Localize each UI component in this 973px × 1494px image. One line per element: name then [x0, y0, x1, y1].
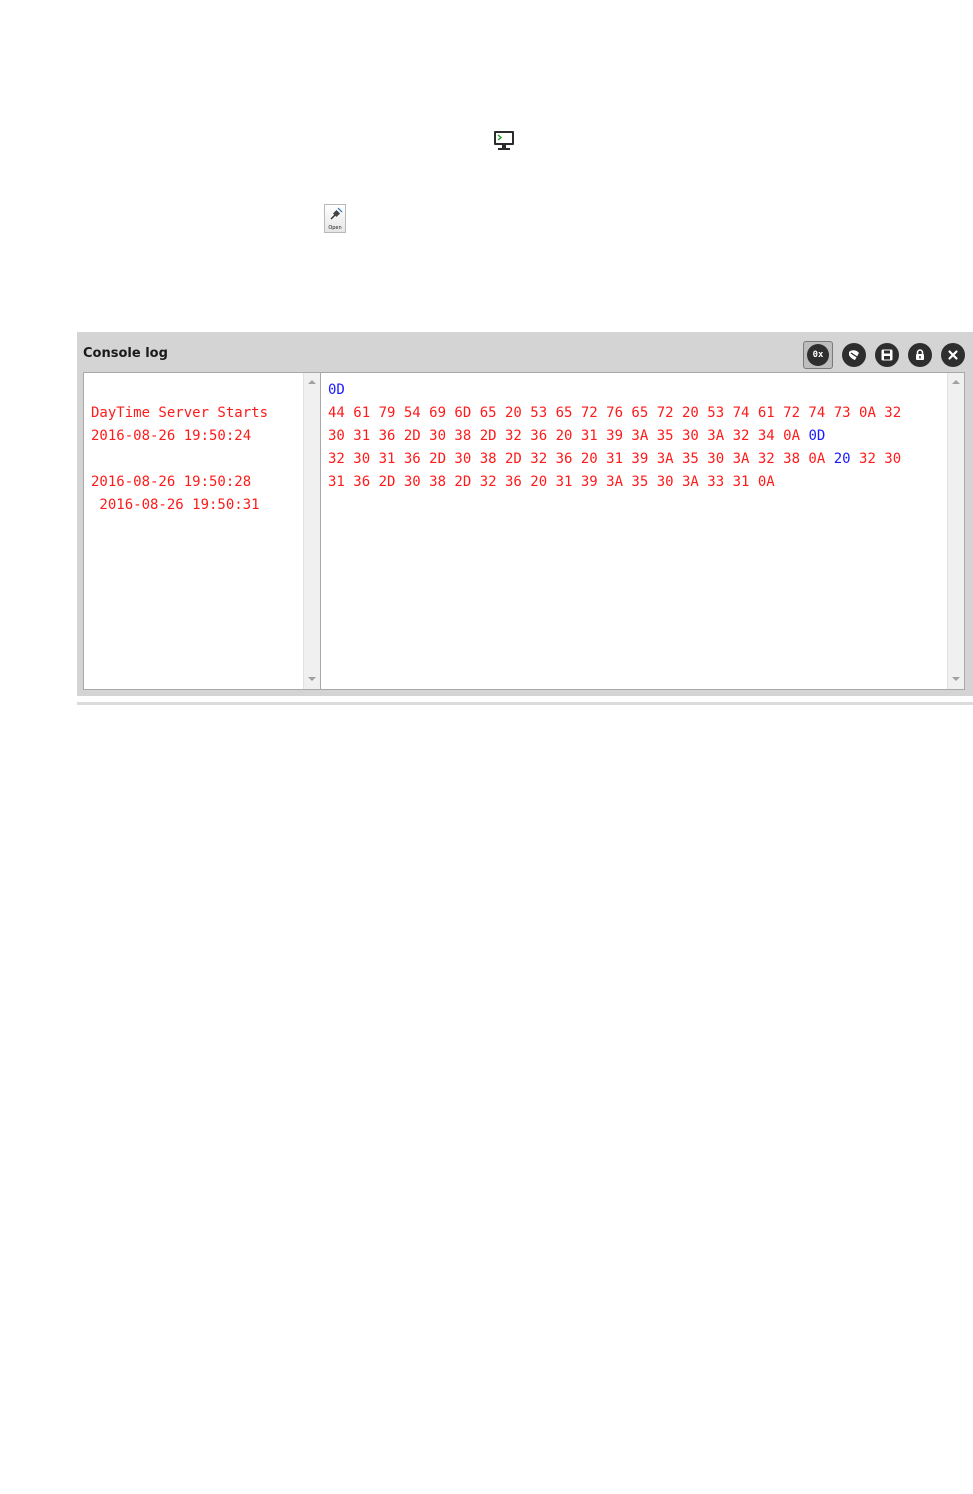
log-line: 2016-08-26 19:50:31	[91, 497, 260, 513]
log-line: 2016-08-26 19:50:24	[91, 428, 252, 444]
scroll-up-arrow-icon[interactable]	[952, 380, 960, 384]
hex-line: 32 30 31 36 2D 30 38 2D 32 36 20 31 39 3…	[328, 448, 944, 471]
close-icon	[948, 350, 958, 360]
open-label: Open	[328, 225, 342, 231]
hex-line: 30 31 36 2D 30 38 2D 32 36 20 31 39 3A 3…	[328, 425, 944, 448]
hex-segment: 32 30 31 36 2D 30 38 2D 32 36 20 31 39 3…	[328, 451, 834, 467]
hex-line: 44 61 79 54 69 6D 65 20 53 65 72 76 65 7…	[328, 402, 944, 425]
hex-segment: 32 30	[850, 451, 902, 467]
log-line: 2016-08-26 19:50:28	[91, 474, 252, 490]
lock-icon	[916, 349, 924, 360]
save-log-button[interactable]	[875, 343, 899, 367]
text-log-content: DayTime Server Starts 2016-08-26 19:50:24…	[91, 379, 300, 517]
hex-log-content: 0D 44 61 79 54 69 6D 65 20 53 65 72 76 65…	[328, 379, 944, 494]
terminal-monitor-icon[interactable]	[493, 130, 515, 152]
hex-segment: 30 31 36 2D 30 38 2D 32 36 20 31 39 3A 3…	[328, 428, 809, 444]
scroll-down-arrow-icon[interactable]	[952, 677, 960, 681]
hex-line: 0D	[328, 379, 944, 402]
text-log-pane[interactable]: DayTime Server Starts 2016-08-26 19:50:24…	[83, 372, 321, 690]
hex-segment: 44 61 79 54 69 6D 65 20 53 65 72 76 65 7…	[328, 405, 902, 421]
hex-segment: 0D	[808, 428, 826, 444]
open-button[interactable]: Open	[324, 204, 346, 233]
console-title: Console log	[83, 346, 168, 361]
floppy-disk-icon	[881, 349, 893, 361]
hex-line: 31 36 2D 30 38 2D 32 36 20 31 39 3A 35 3…	[328, 471, 944, 494]
console-header: Console log 0x	[77, 332, 973, 372]
log-line: DayTime Server Starts	[91, 405, 269, 421]
hex-segment: 20	[833, 451, 851, 467]
plug-icon	[330, 207, 343, 220]
close-console-button[interactable]	[941, 343, 965, 367]
scroll-down-arrow-icon[interactable]	[308, 677, 316, 681]
hex-segment: 0D	[328, 382, 345, 398]
hex-icon: 0x	[807, 344, 829, 366]
console-log-panel: Console log 0x DayTime Server Starts 201…	[77, 332, 973, 696]
clear-log-button[interactable]	[842, 343, 866, 367]
hex-segment: 31 36 2D 30 38 2D 32 36 20 31 39 3A 35 3…	[328, 474, 775, 490]
lock-scroll-button[interactable]	[908, 343, 932, 367]
hex-log-scrollbar[interactable]	[947, 373, 964, 689]
eraser-icon	[849, 350, 859, 360]
hex-toggle-button[interactable]: 0x	[803, 341, 833, 369]
scroll-up-arrow-icon[interactable]	[308, 380, 316, 384]
console-toolbar: 0x	[803, 341, 965, 369]
hex-log-pane[interactable]: 0D 44 61 79 54 69 6D 65 20 53 65 72 76 65…	[320, 372, 965, 690]
console-bottom-border	[77, 702, 973, 705]
text-log-scrollbar[interactable]	[303, 373, 320, 689]
